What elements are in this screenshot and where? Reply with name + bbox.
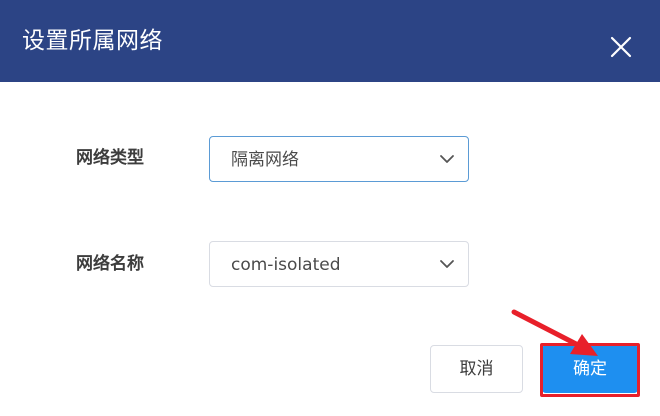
network-type-value: 隔离网络 xyxy=(231,150,299,170)
dialog-title: 设置所属网络 xyxy=(22,28,163,54)
network-name-label: 网络名称 xyxy=(76,254,144,274)
set-network-dialog: 设置所属网络 网络类型 隔离网络 网络名称 com-isolated 取消 确定 xyxy=(0,0,660,416)
confirm-button[interactable]: 确定 xyxy=(542,345,638,393)
cancel-button[interactable]: 取消 xyxy=(430,345,523,393)
chevron-down-icon xyxy=(439,153,455,165)
network-name-select[interactable]: com-isolated xyxy=(209,241,469,287)
dialog-header: 设置所属网络 xyxy=(0,0,660,82)
network-type-select[interactable]: 隔离网络 xyxy=(209,136,469,182)
chevron-down-icon xyxy=(439,258,455,270)
close-icon xyxy=(610,36,632,58)
network-name-value: com-isolated xyxy=(231,255,341,275)
close-button[interactable] xyxy=(606,32,636,62)
network-type-label: 网络类型 xyxy=(76,148,144,168)
